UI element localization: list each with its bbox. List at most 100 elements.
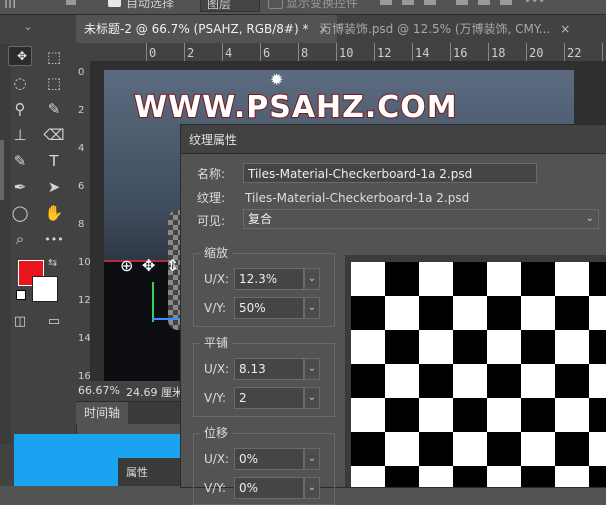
visible-label: 可见: [197,214,226,228]
offset-vy-label: V/Y: [204,481,227,495]
tile-ux-input[interactable]: 8.13 [234,358,304,380]
chevron-down-icon[interactable]: ⌄ [304,448,320,470]
ruler-tick-label: 12 [377,46,392,60]
auto-select-checkbox[interactable] [108,0,121,7]
auto-select-label: 自动选择 [126,0,175,10]
collapse-toolbox-icon[interactable]: ⌄ [16,15,40,37]
options-bar: ||| 自动选择 图层 显示变换控件 ••• [0,0,606,15]
align-top-icon[interactable] [380,0,392,5]
ruler-tick [526,43,527,61]
swap-colors-icon[interactable]: ⇆ [48,256,57,269]
hand-tool-icon[interactable]: ✋ [42,202,66,224]
move-tool-options-icon[interactable] [66,0,76,5]
background-color-swatch[interactable] [32,276,58,302]
ruler-tick [564,43,565,61]
dialog-titlebar[interactable]: 纹理属性 [181,125,606,154]
marquee-tool-icon[interactable]: ⬚ [42,46,66,68]
ruler-tick-label: 4 [78,143,85,154]
texture-properties-dialog: 纹理属性 名称: Tiles-Material-Checkerboard-1a … [180,124,606,505]
tab-properties[interactable]: 属性 [126,464,148,480]
zoom-level[interactable]: 66.67% [78,384,120,397]
document-tab-bar: 未标题-2 @ 66.7% (PSAHZ, RGB/8#) * × 万博装饰.ps… [0,15,606,44]
object-select-tool-icon[interactable]: ⬚ [42,72,66,94]
chevron-down-icon[interactable]: ⌄ [304,358,320,380]
scale-vy-label: V/Y: [204,301,227,315]
chevron-down-icon[interactable]: ⌄ [304,477,320,499]
show-transform-checkbox[interactable] [268,0,283,9]
quick-mask-icon[interactable]: ◫ [8,310,32,332]
screen-mode-icon[interactable]: ▭ [42,310,66,332]
light-icon[interactable]: ✹ [270,70,283,89]
tab-wanbo-decoration[interactable]: 万博装饰.psd @ 12.5% (万博装饰, CMY... × [312,15,578,43]
align-left-icon[interactable] [456,0,468,5]
auto-select-dropdown[interactable]: 图层 [200,0,260,12]
scale-group-title: 缩放 [200,244,233,261]
chevron-down-icon[interactable]: ⌄ [304,268,320,290]
tab-timeline[interactable]: 时间轴 [76,402,129,424]
ruler-tick-label: 22 [567,46,582,60]
texture-value: Tiles-Material-Checkerboard-1a 2.psd [245,191,470,205]
slide-3d-icon[interactable]: ⇕ [166,256,179,275]
y-axis-gizmo[interactable] [152,282,154,322]
ruler-tick-label: 6 [78,181,85,192]
tile-vy-input[interactable]: 2 [234,387,304,409]
options-drag-grip-icon: ||| [4,0,17,8]
dialog-title: 纹理属性 [189,133,238,147]
scale-ux-label: U/X: [204,272,230,286]
offset-vy-input[interactable]: 0% [234,477,304,499]
name-field[interactable]: Tiles-Material-Checkerboard-1a 2.psd [243,163,537,183]
stamp-tool-icon[interactable]: ⊥ [8,124,32,146]
tile-group: 平铺 U/X: 8.13 ⌄ V/Y: 2 ⌄ [193,334,335,417]
ruler-tick [374,43,375,61]
more-tools-icon[interactable]: ••• [42,228,66,250]
text-tool-icon[interactable]: T [42,150,66,172]
move-tool-icon[interactable]: ✥ [8,46,32,66]
ruler-tick-label: 14 [415,46,430,60]
eyedropper-tool-icon[interactable]: ⚲ [8,98,32,120]
align-hcenter-icon[interactable] [478,0,490,5]
paint-bucket-tool-icon[interactable]: ✎ [8,150,32,172]
eraser-tool-icon[interactable]: ⌫ [42,124,66,146]
chevron-down-icon[interactable]: ⌄ [304,297,320,319]
brush-tool-icon[interactable]: ✎ [42,98,66,120]
panel-edge-strip [0,140,4,200]
chevron-down-icon: ⌄ [585,213,594,224]
document-size: 24.69 厘米 [126,386,183,399]
scale-vy-input[interactable]: 50% [234,297,304,319]
ruler-tick [222,43,223,61]
offset-group: 位移 U/X: 0% ⌄ V/Y: 0% ⌄ [193,424,335,505]
ruler-tick-label: 0 [78,67,85,78]
ruler-tick-label: 10 [78,257,91,268]
show-transform-label: 显示变换控件 [286,0,359,10]
chevron-down-icon[interactable]: ⌄ [304,387,320,409]
zoom-tool-icon[interactable]: ⌕ [8,228,32,250]
ruler-tick [336,43,337,61]
offset-group-title: 位移 [200,424,233,441]
align-bottom-icon[interactable] [424,0,436,5]
more-align-icon[interactable]: ••• [524,0,545,8]
path-select-tool-icon[interactable]: ➤ [42,176,66,198]
lasso-tool-icon[interactable]: ◌ [8,72,32,94]
ruler-tick [184,43,185,61]
pan-3d-icon[interactable]: ✥ [142,256,155,275]
align-right-icon[interactable] [500,0,512,5]
tab-label: 万博装饰.psd @ 12.5% (万博装饰, CMY... [320,22,551,36]
ruler-tick [602,43,603,61]
ellipse-tool-icon[interactable]: ◯ [8,202,32,224]
orbit-3d-icon[interactable]: ⊕ [120,256,133,275]
tab-untitled-2[interactable]: 未标题-2 @ 66.7% (PSAHZ, RGB/8#) * × [76,15,337,43]
visible-select[interactable]: 复合 ⌄ [243,209,599,229]
pen-tool-icon[interactable]: ✒ [8,176,32,198]
close-icon[interactable]: × [560,22,570,36]
ruler-tick-label: 10 [339,46,354,60]
ruler-tick [412,43,413,61]
default-colors-icon[interactable] [16,290,26,300]
offset-ux-input[interactable]: 0% [234,448,304,470]
ruler-tick-label: 12 [78,295,91,306]
visible-value: 复合 [248,212,273,226]
scale-ux-input[interactable]: 12.3% [234,268,304,290]
ruler-corner [76,43,100,61]
ruler-tick-label: 2 [78,105,85,116]
align-vcenter-icon[interactable] [402,0,414,5]
tile-group-title: 平铺 [200,334,233,351]
